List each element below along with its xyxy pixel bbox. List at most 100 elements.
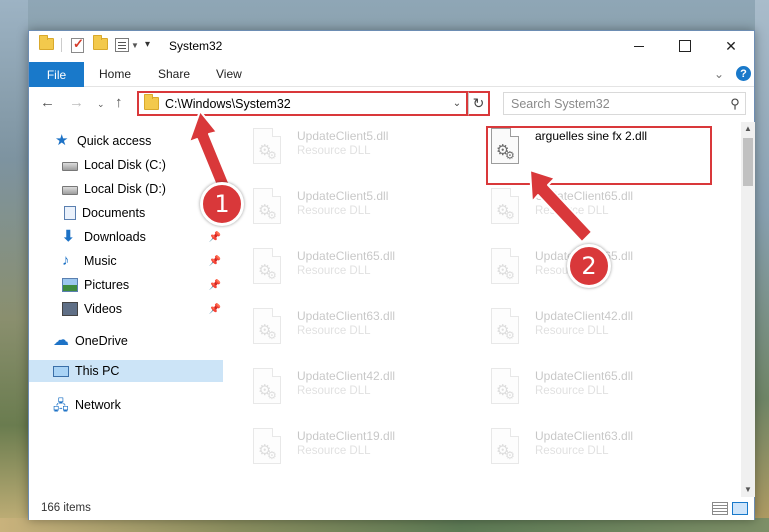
file-name: UpdateClient65.dll <box>535 189 634 203</box>
dll-file-icon: ⚙ ⚙ <box>249 188 283 228</box>
scrollbar-thumb[interactable] <box>743 138 753 186</box>
quick-access-separator <box>61 38 62 52</box>
vertical-scrollbar[interactable]: ▲ ▼ <box>741 122 755 497</box>
file-name: UpdateClient63.dll <box>297 309 396 323</box>
item-count: 166 items <box>41 502 91 514</box>
pictures-icon <box>62 278 78 292</box>
file-item[interactable]: ⚙ ⚙ UpdateClient5.dll Resource DLL <box>233 122 463 178</box>
file-item[interactable]: ⚙ ⚙ UpdateClient19.dll Resource DLL <box>233 422 463 478</box>
maximize-button[interactable] <box>662 31 708 61</box>
network-icon: 🖧 <box>53 397 69 413</box>
pin-icon[interactable]: 📌 <box>209 280 221 291</box>
nav-item-label: Downloads <box>84 230 146 244</box>
file-type: Resource DLL <box>297 385 371 397</box>
new-folder-icon[interactable] <box>93 35 108 50</box>
disk-icon <box>62 162 78 171</box>
dll-file-icon: ⚙ ⚙ <box>487 248 521 288</box>
minimize-button[interactable] <box>616 31 662 61</box>
pin-icon[interactable]: 📌 <box>209 256 221 267</box>
tab-view[interactable]: View <box>216 67 242 81</box>
scroll-down-icon[interactable]: ▼ <box>741 483 755 497</box>
file-item[interactable]: ⚙⚙ UpdateClient65.dll Resource DLL <box>471 182 701 238</box>
nav-item-downloads[interactable]: ⬇ Downloads 📌 <box>29 226 223 248</box>
dll-file-icon: ⚙ ⚙ <box>487 368 521 408</box>
file-item[interactable]: ⚙ ⚙ UpdateClient63.dll Resource DLL <box>233 302 463 358</box>
file-type: Resource DLL <box>297 265 371 277</box>
dll-file-icon: ⚙ ⚙ <box>249 248 283 288</box>
step-badge-2: 2 <box>567 244 611 288</box>
pin-icon[interactable]: 📌 <box>209 304 221 315</box>
pin-icon[interactable]: 📌 <box>209 232 221 243</box>
tab-home[interactable]: Home <box>99 67 131 81</box>
close-button[interactable]: ✕ <box>708 31 754 61</box>
address-row: ← → ⌄ ↑ C:\Windows\System32 ⌄ ↻ Search S… <box>29 88 754 119</box>
close-icon: ✕ <box>725 37 737 54</box>
properties-check-icon[interactable] <box>71 36 84 53</box>
nav-item-label: Local Disk (D:) <box>84 182 166 196</box>
search-placeholder: Search System32 <box>511 96 610 111</box>
tab-share[interactable]: Share <box>158 67 190 81</box>
tab-file[interactable]: File <box>29 62 84 87</box>
customize-toolbar-icon[interactable]: ▼ <box>115 38 139 52</box>
nav-item-this-pc[interactable]: This PC <box>29 360 223 382</box>
navigation-pane: ★ Quick access Local Disk (C:) 📌 Local D… <box>29 122 223 497</box>
address-bar[interactable]: C:\Windows\System32 ⌄ <box>137 91 468 116</box>
quick-access-dropdown-icon[interactable]: ▾ <box>145 39 150 50</box>
desktop-background-bottom <box>0 518 769 532</box>
large-icons-view-button[interactable] <box>732 502 748 515</box>
file-type: Resource DLL <box>535 445 609 457</box>
nav-item-videos[interactable]: Videos 📌 <box>29 298 223 320</box>
dll-file-icon: ⚙ ⚙ <box>249 428 283 468</box>
up-button[interactable]: ↑ <box>115 94 123 111</box>
file-name: UpdateClient5.dll <box>297 189 389 203</box>
file-name: UpdateClient19.dll <box>297 429 396 443</box>
nav-item-music[interactable]: ♪ Music 📌 <box>29 250 223 272</box>
pin-icon[interactable]: 📌 <box>209 160 221 171</box>
file-item[interactable]: ⚙ ⚙ UpdateClient5.dll Resource DLL <box>233 182 463 238</box>
nav-item-local-disk-c[interactable]: Local Disk (C:) 📌 <box>29 154 223 176</box>
forward-button[interactable]: → <box>69 94 84 111</box>
nav-item-documents[interactable]: Documents 📌 <box>29 202 223 224</box>
nav-item-pictures[interactable]: Pictures 📌 <box>29 274 223 296</box>
nav-item-quick-access[interactable]: ★ Quick access <box>29 130 223 152</box>
file-item[interactable]: ⚙ ⚙ UpdateClient63.dll Resource DLL <box>471 422 701 478</box>
refresh-button[interactable]: ↻ <box>468 91 490 116</box>
address-path[interactable]: C:\Windows\System32 <box>165 97 448 111</box>
nav-item-label: Music <box>84 254 117 268</box>
dll-file-icon: ⚙ ⚙ <box>487 428 521 468</box>
window-title: System32 <box>169 39 223 53</box>
documents-icon <box>64 206 76 220</box>
file-name: UpdateClient5.dll <box>297 129 389 143</box>
nav-item-label: Documents <box>82 206 146 220</box>
details-view-button[interactable] <box>712 502 728 515</box>
file-type: Resource DLL <box>297 145 371 157</box>
music-icon: ♪ <box>62 252 70 269</box>
address-dropdown-icon[interactable]: ⌄ <box>448 98 466 109</box>
scroll-up-icon[interactable]: ▲ <box>741 122 755 136</box>
nav-item-label: Network <box>75 398 121 412</box>
file-item[interactable]: ⚙⚙ UpdateClient65.dll Resource DLL <box>233 242 463 298</box>
file-type: Resource DLL <box>297 205 371 217</box>
dll-file-icon: ⚙ ⚙ <box>487 188 521 228</box>
nav-item-network[interactable]: 🖧 Network <box>29 394 223 416</box>
ribbon-tabs: File Home Share View ⌄ ? <box>29 62 754 87</box>
nav-item-local-disk-d[interactable]: Local Disk (D:) 📌 <box>29 178 223 200</box>
expand-ribbon-icon[interactable]: ⌄ <box>714 67 724 81</box>
title-bar: ▼ ▾ System32 ✕ <box>29 31 754 62</box>
file-item[interactable]: ⚙⚙ UpdateClient65.dll Resource DLL <box>471 362 701 418</box>
search-icon[interactable]: ⚲ <box>725 96 745 112</box>
search-input[interactable]: Search System32 ⚲ <box>503 92 746 115</box>
nav-item-label: Pictures <box>84 278 130 292</box>
file-item[interactable]: ⚙ ⚙ UpdateClient42.dll Resource DLL <box>233 362 463 418</box>
file-type: Resource DLL <box>535 385 609 397</box>
nav-item-onedrive[interactable]: ☁ OneDrive <box>29 330 223 352</box>
help-icon[interactable]: ? <box>736 66 751 81</box>
nav-item-label: OneDrive <box>75 334 128 348</box>
address-folder-icon <box>144 94 159 110</box>
recent-locations-icon[interactable]: ⌄ <box>97 99 105 110</box>
file-name: UpdateClient65.dll <box>297 249 396 263</box>
back-button[interactable]: ← <box>40 94 55 111</box>
file-name: UpdateClient65.dll <box>535 369 634 383</box>
desktop-background-left <box>0 0 28 532</box>
file-item[interactable]: ⚙ ⚙ UpdateClient42.dll Resource DLL <box>471 302 701 358</box>
